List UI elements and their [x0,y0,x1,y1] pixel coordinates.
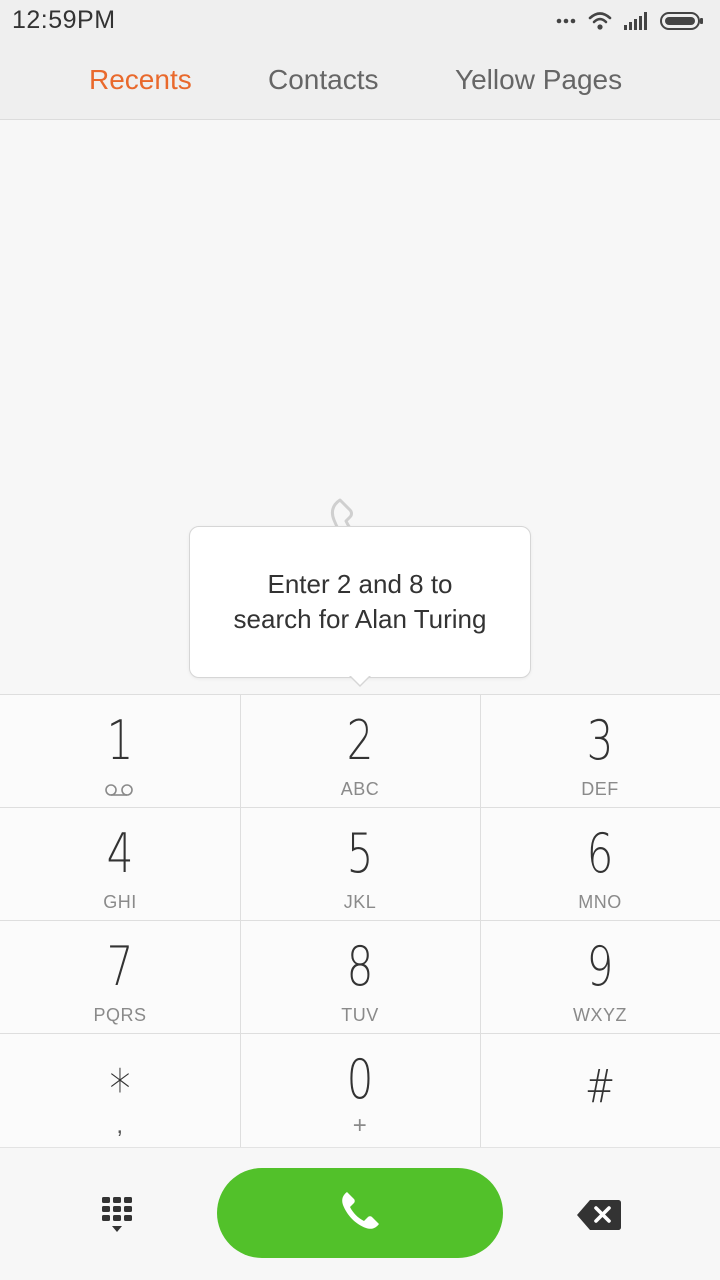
tab-bar: Recents Contacts Yellow Pages [0,42,720,120]
key-digit: 8 [346,935,374,998]
key-8[interactable]: 8 TUV [240,921,480,1034]
key-letters: ABC [340,779,380,799]
key-digit: 3 [586,709,614,772]
status-bar: 12:59PM [0,0,720,42]
key-4[interactable]: 4 GHI [0,808,240,921]
key-7[interactable]: 7 PQRS [0,921,240,1034]
key-letters: JKL [343,892,377,912]
tooltip-line-1: Enter 2 and 8 to [267,569,453,599]
status-icons [556,8,704,34]
key-digit: 4 [106,822,134,885]
key-letters: DEF [581,779,619,799]
tooltip-line-2: search for Alan Turing [233,604,487,634]
more-dots-icon [556,17,576,25]
key-digit: # [584,1059,616,1113]
key-1[interactable]: 1 [0,695,240,808]
key-digit: 5 [346,822,374,885]
keypad-divider [0,807,720,808]
key-9[interactable]: 9 WXYZ [480,921,720,1034]
key-6[interactable]: 6 MNO [480,808,720,921]
wifi-icon [588,11,612,31]
phone-call-icon [337,1188,383,1239]
call-button[interactable] [217,1168,503,1258]
key-3[interactable]: 3 DEF [480,695,720,808]
key-digit: * [109,1058,131,1121]
tooltip-text: Enter 2 and 8 to search for Alan Turing [210,567,510,637]
key-hash[interactable]: # [480,1034,720,1147]
key-digit: 2 [346,709,374,772]
tab-yellow-pages[interactable]: Yellow Pages [455,64,622,96]
key-5[interactable]: 5 JKL [240,808,480,921]
key-star[interactable]: * , [0,1034,240,1147]
keypad-divider [0,1033,720,1034]
key-2[interactable]: 2 ABC [240,695,480,808]
signal-icon [624,12,648,30]
key-letters: + [352,1112,368,1139]
key-digit: 6 [586,822,614,885]
tab-recents[interactable]: Recents [89,64,192,96]
backspace-icon[interactable] [576,1198,622,1232]
battery-icon [660,12,704,30]
tooltip-arrow-fill [350,675,370,685]
dialpad-icon[interactable] [100,1195,138,1235]
voicemail-icon [104,783,134,802]
key-letters: TUV [341,1005,379,1025]
status-time: 12:59PM [12,6,116,34]
key-letters: , [116,1112,124,1139]
key-digit: 0 [346,1048,374,1111]
key-digit: 7 [106,935,134,998]
tab-contacts[interactable]: Contacts [268,64,379,96]
key-letters: PQRS [93,1005,147,1025]
key-digit: 1 [106,709,134,772]
keypad-divider [0,920,720,921]
key-letters: MNO [578,892,622,912]
tooltip: Enter 2 and 8 to search for Alan Turing [189,526,531,678]
key-0[interactable]: 0 + [240,1034,480,1147]
key-letters: GHI [103,892,137,912]
key-digit: 9 [586,935,614,998]
key-letters: WXYZ [573,1005,627,1025]
